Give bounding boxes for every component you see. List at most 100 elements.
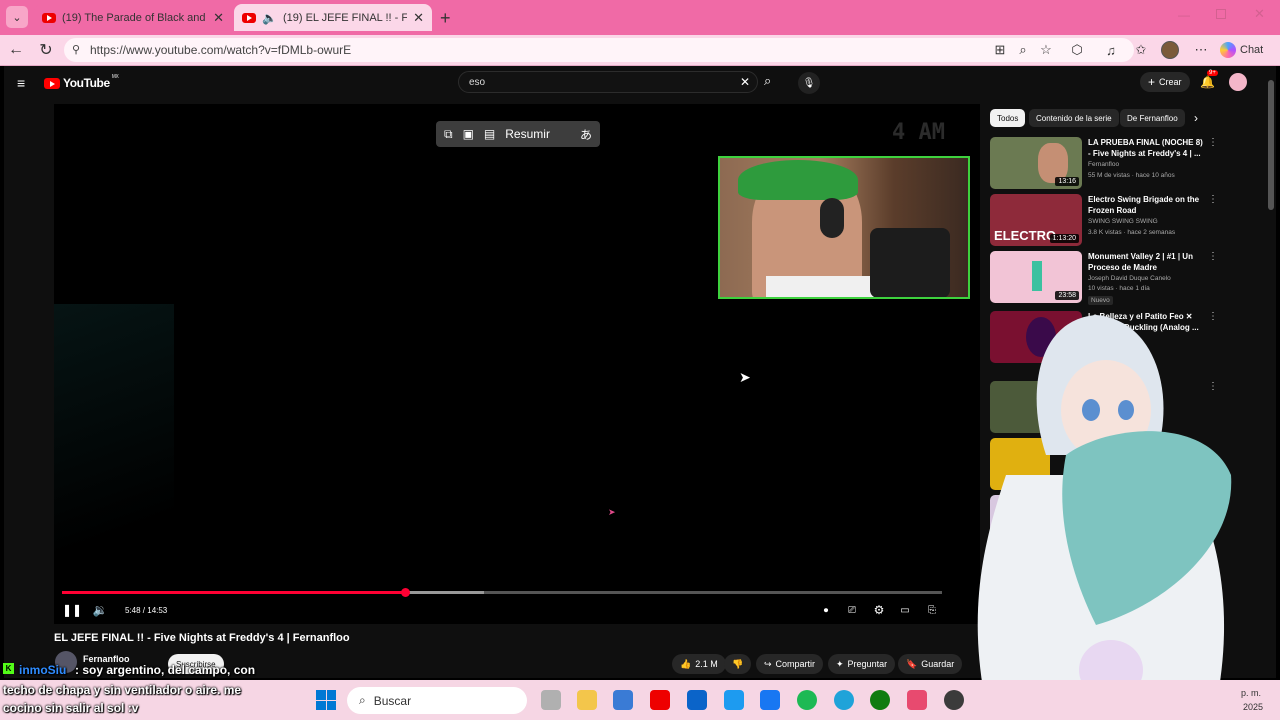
url-text: https://www.youtube.com/watch?v=fDMLb-ow… xyxy=(90,43,352,57)
url-field[interactable]: ⚲ https://www.youtube.com/watch?v=fDMLb-… xyxy=(64,38,1134,62)
more-menu-icon[interactable]: ⋯ xyxy=(1191,40,1211,60)
media-control-icon[interactable]: ♫ xyxy=(1101,40,1121,60)
ask-button[interactable]: ✦ Preguntar xyxy=(828,654,896,674)
cast-icon[interactable]: ⎘ xyxy=(924,602,940,618)
tab-title: (19) EL JEFE FINAL !! - Five Nig xyxy=(282,11,408,24)
chip-series[interactable]: Contenido de la serie xyxy=(1029,109,1119,127)
webcam-overlay xyxy=(718,156,970,299)
close-window-icon[interactable]: ✕ xyxy=(1254,6,1265,22)
rec-title: Electro Swing Brigade on the Frozen Road xyxy=(1088,195,1200,215)
chip-all[interactable]: Todos xyxy=(990,109,1026,127)
autoplay-toggle-icon[interactable]: ⏺ xyxy=(818,602,834,618)
duration-badge: 23:58 xyxy=(1055,291,1079,300)
close-tab-icon[interactable]: ✕ xyxy=(213,10,224,26)
favorite-star-icon[interactable]: ☆ xyxy=(1036,40,1056,60)
translate-icon[interactable]: あ xyxy=(580,126,592,143)
facebook-icon[interactable] xyxy=(760,690,780,710)
share-button[interactable]: ↪ Compartir xyxy=(756,654,824,674)
rec-channel: SWING SWING SWING xyxy=(1088,218,1158,225)
settings-gear-icon[interactable]: ⚙ xyxy=(871,602,887,618)
captions-icon[interactable]: ⎚ xyxy=(844,602,860,618)
video-thumbnail[interactable]: 23:58 xyxy=(990,251,1082,303)
search-input[interactable]: eso xyxy=(458,71,758,93)
youtube-logo[interactable]: YouTube MX xyxy=(44,74,119,90)
chip-channel[interactable]: De Fernanfloo xyxy=(1120,109,1185,127)
duration-badge: 13:16 xyxy=(1055,177,1079,186)
tab-list-chevron-icon[interactable]: ⌄ xyxy=(6,6,28,28)
app-icon[interactable] xyxy=(907,690,927,710)
browser-tab-active[interactable]: 🔈 (19) EL JEFE FINAL !! - Five Nig ✕ xyxy=(234,4,432,31)
tab-title: (19) The Parade of Black and White xyxy=(62,11,207,24)
avatar-eye-shape xyxy=(1118,400,1134,420)
rec-more-icon[interactable]: ⋮ xyxy=(1208,194,1218,205)
store-icon[interactable] xyxy=(613,690,633,710)
speaker-icon[interactable]: 🔈 xyxy=(262,11,277,25)
copilot-chat-button[interactable]: Chat xyxy=(1220,39,1263,61)
favorites-icon[interactable]: ✩ xyxy=(1131,40,1151,60)
volume-icon[interactable]: 🔉 xyxy=(92,602,108,618)
hamburger-menu-icon[interactable]: ≡ xyxy=(17,75,25,91)
video-thumbnail[interactable]: ELECTRO SWI 1:13:20 xyxy=(990,194,1082,246)
clock-time[interactable]: p. m. xyxy=(1241,688,1261,698)
spotify-icon[interactable] xyxy=(797,690,817,710)
pip-icon[interactable]: ⧉ xyxy=(444,127,453,142)
app-available-icon[interactable]: ⊞ xyxy=(990,40,1010,60)
close-tab-icon[interactable]: ✕ xyxy=(413,10,424,26)
back-icon[interactable]: ← xyxy=(6,40,26,60)
summarize-button[interactable]: Resumir xyxy=(505,127,550,141)
pink-cursor-icon: ➤ xyxy=(608,507,616,517)
pause-icon[interactable]: ❚❚ xyxy=(62,602,82,618)
extensions-icon[interactable]: ⬡ xyxy=(1067,40,1087,60)
clear-search-icon[interactable]: ✕ xyxy=(740,75,750,89)
maximize-icon[interactable] xyxy=(1216,9,1226,19)
video-watermark: 4 AM xyxy=(892,120,945,145)
file-explorer-icon[interactable] xyxy=(577,690,597,710)
recommendation-item[interactable]: 23:58 Monument Valley 2 | #1 | Un Proces… xyxy=(990,251,1220,305)
windows-start-icon[interactable] xyxy=(316,690,336,710)
recommendation-item[interactable]: ELECTRO SWI 1:13:20 Electro Swing Brigad… xyxy=(990,194,1220,248)
rec-more-icon[interactable]: ⋮ xyxy=(1208,251,1218,262)
new-tab-icon[interactable]: + xyxy=(440,8,451,29)
browser-tab-parade[interactable]: (19) The Parade of Black and White ✕ xyxy=(34,4,232,31)
rec-meta: 10 vistas · hace 1 día xyxy=(1088,285,1150,292)
rec-channel: Joseph David Duque Canelo xyxy=(1088,275,1171,282)
create-button[interactable]: + Crear xyxy=(1140,72,1190,92)
profile-avatar[interactable] xyxy=(1161,41,1179,59)
obs-icon[interactable] xyxy=(944,690,964,710)
ask-label: Preguntar xyxy=(847,659,888,669)
search-value: eso xyxy=(469,76,486,88)
task-view-icon[interactable] xyxy=(541,690,561,710)
dislike-button[interactable]: 👎 xyxy=(724,654,752,674)
avatar-eye-shape xyxy=(1082,399,1100,421)
site-info-icon[interactable]: ⚲ xyxy=(72,43,80,56)
xbox-icon[interactable] xyxy=(870,690,890,710)
progress-played xyxy=(62,591,406,594)
new-badge: Nuevo xyxy=(1088,296,1113,305)
like-button[interactable]: 👍 2.1 M xyxy=(672,654,726,674)
outlook-icon[interactable] xyxy=(687,690,707,710)
recommendation-item[interactable]: 13:16 LA PRUEBA FINAL (NOCHE 8) - Five N… xyxy=(990,137,1220,191)
video-thumbnail[interactable]: 13:16 xyxy=(990,137,1082,189)
theater-mode-icon[interactable]: ▭ xyxy=(897,602,913,618)
voice-search-icon[interactable]: 🎙 xyxy=(798,72,820,94)
youtube-app-icon[interactable] xyxy=(650,690,670,710)
reload-icon[interactable]: ↻ xyxy=(36,40,56,60)
clock-date[interactable]: 2025 xyxy=(1243,702,1263,712)
taskbar-search-box[interactable]: ⌕ Buscar xyxy=(347,687,527,714)
edge-icon[interactable] xyxy=(834,690,854,710)
account-avatar[interactable] xyxy=(1229,73,1247,91)
summarize-icon: ▤ xyxy=(483,127,496,141)
plus-icon: + xyxy=(1148,75,1156,89)
minimize-icon[interactable]: — xyxy=(1178,8,1190,22)
search-icon[interactable]: ⌕ xyxy=(764,73,771,89)
cast-frame-icon[interactable]: ▣ xyxy=(463,127,474,141)
zoom-icon[interactable]: ⌕ xyxy=(1013,40,1033,60)
twitter-icon[interactable] xyxy=(724,690,744,710)
rec-title: LA PRUEBA FINAL (NOCHE 8) - Five Nights … xyxy=(1088,138,1203,158)
rec-meta: 3.8 K vistas · hace 2 semanas xyxy=(1088,229,1176,236)
rec-more-icon[interactable]: ⋮ xyxy=(1208,137,1218,148)
notifications-bell-icon[interactable]: 🔔 xyxy=(1200,75,1215,89)
chips-next-icon[interactable]: › xyxy=(1194,111,1198,125)
sparkle-icon: ✦ xyxy=(836,658,844,669)
page-scrollbar[interactable] xyxy=(1268,80,1274,210)
